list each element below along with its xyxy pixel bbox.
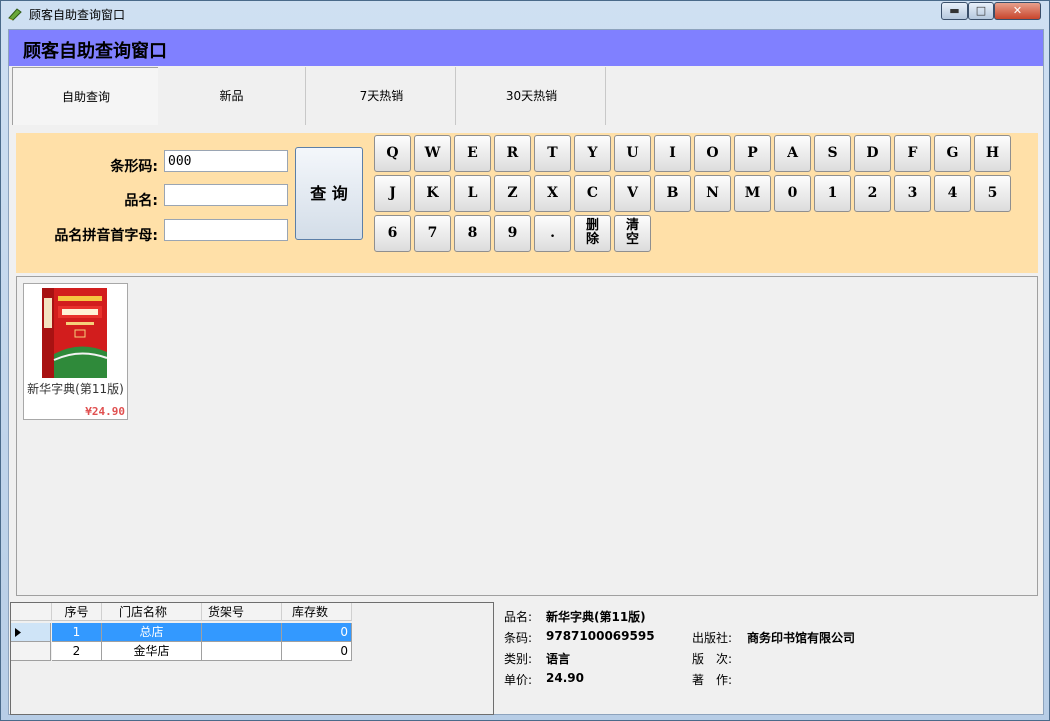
detail-price-label: 单价: <box>504 673 533 687</box>
key-g[interactable]: G <box>934 135 971 172</box>
key-t[interactable]: T <box>534 135 571 172</box>
row-header[interactable] <box>11 642 51 661</box>
query-button[interactable]: 查 询 <box>295 147 363 240</box>
key-7[interactable]: 7 <box>414 215 451 252</box>
barcode-label: 条形码: <box>110 159 158 175</box>
key-a[interactable]: A <box>774 135 811 172</box>
key-i[interactable]: I <box>654 135 691 172</box>
detail-barcode-label: 条码: <box>504 631 533 645</box>
product-card[interactable]: 新华字典(第11版) ¥24.90 <box>23 283 128 420</box>
key-x[interactable]: X <box>534 175 571 212</box>
product-price: ¥24.90 <box>85 405 125 418</box>
pinyin-label: 品名拼音首字母: <box>54 228 158 244</box>
col-header-qty[interactable]: 库存数 <box>282 603 352 621</box>
cell-shelf[interactable] <box>202 623 282 642</box>
key-b[interactable]: B <box>654 175 691 212</box>
pinyin-input[interactable] <box>164 219 288 241</box>
key-l[interactable]: L <box>454 175 491 212</box>
key-y[interactable]: Y <box>574 135 611 172</box>
key-r[interactable]: R <box>494 135 531 172</box>
app-icon <box>8 8 22 21</box>
name-label: 品名: <box>124 193 158 209</box>
key-q[interactable]: Q <box>374 135 411 172</box>
cell-shelf[interactable] <box>202 642 282 661</box>
detail-author-label: 著 作: <box>692 673 733 687</box>
tab-30day-hot[interactable]: 30天热销 <box>458 67 606 125</box>
page-title: 顾客自助查询窗口 <box>23 41 167 62</box>
key-e[interactable]: E <box>454 135 491 172</box>
key-p[interactable]: P <box>734 135 771 172</box>
cell-seq[interactable]: 2 <box>52 642 102 661</box>
name-input[interactable] <box>164 184 288 206</box>
detail-publisher-label: 出版社: <box>692 631 733 645</box>
detail-edition-label: 版 次: <box>692 652 733 666</box>
key-u[interactable]: U <box>614 135 651 172</box>
key-6[interactable]: 6 <box>374 215 411 252</box>
delete-key[interactable]: 删 除 <box>574 215 611 252</box>
key-k[interactable]: K <box>414 175 451 212</box>
clear-key[interactable]: 清 空 <box>614 215 651 252</box>
tab-new-products[interactable]: 新品 <box>158 67 306 125</box>
delete-key-line1: 删 <box>585 218 599 233</box>
key-z[interactable]: Z <box>494 175 531 212</box>
key-1[interactable]: 1 <box>814 175 851 212</box>
book-cover-icon <box>42 288 107 378</box>
tab-self-query[interactable]: 自助查询 <box>12 67 160 125</box>
key-s[interactable]: S <box>814 135 851 172</box>
header-band: 顾客自助查询窗口 <box>9 30 1043 66</box>
key-3[interactable]: 3 <box>894 175 931 212</box>
key-j[interactable]: J <box>374 175 411 212</box>
clear-key-line1: 清 <box>625 218 639 233</box>
col-header-store[interactable]: 门店名称 <box>102 603 202 621</box>
key-w[interactable]: W <box>414 135 451 172</box>
cell-store[interactable]: 金华店 <box>102 642 202 661</box>
title-bar[interactable]: 顾客自助查询窗口 ▬ □ ✕ <box>1 1 1049 27</box>
detail-barcode-value: 9787100069595 <box>546 629 655 643</box>
clear-key-line2: 空 <box>625 232 639 247</box>
cell-store[interactable]: 总店 <box>102 623 202 642</box>
detail-category-label: 类别: <box>504 652 533 666</box>
col-header-shelf[interactable]: 货架号 <box>202 603 282 621</box>
key-c[interactable]: C <box>574 175 611 212</box>
row-pointer-icon <box>15 628 21 637</box>
detail-price-value: 24.90 <box>546 671 584 685</box>
col-header-seq[interactable]: 序号 <box>52 603 102 621</box>
results-panel: 新华字典(第11版) ¥24.90 <box>16 276 1038 596</box>
key-f[interactable]: F <box>894 135 931 172</box>
key-4[interactable]: 4 <box>934 175 971 212</box>
key-5[interactable]: 5 <box>974 175 1011 212</box>
detail-publisher-value: 商务印书馆有限公司 <box>747 631 856 645</box>
cell-qty[interactable]: 0 <box>282 623 352 642</box>
key-2[interactable]: 2 <box>854 175 891 212</box>
key-9[interactable]: 9 <box>494 215 531 252</box>
window-title: 顾客自助查询窗口 <box>29 8 126 22</box>
key-n[interactable]: N <box>694 175 731 212</box>
app-window: 顾客自助查询窗口 ▬ □ ✕ 顾客自助查询窗口 自助查询 新品 7天热销 30天… <box>0 0 1050 721</box>
key-dot[interactable]: . <box>534 215 571 252</box>
key-m[interactable]: M <box>734 175 771 212</box>
detail-name-label: 品名: <box>504 610 533 624</box>
minimize-button[interactable]: ▬ <box>941 2 968 20</box>
cell-qty[interactable]: 0 <box>282 642 352 661</box>
row-header[interactable] <box>11 623 51 642</box>
product-name: 新华字典(第11版) <box>27 382 124 396</box>
barcode-input[interactable] <box>164 150 288 172</box>
maximize-button[interactable]: □ <box>968 2 994 20</box>
detail-name-value: 新华字典(第11版) <box>546 610 646 624</box>
detail-category-value: 语言 <box>546 652 571 666</box>
tab-7day-hot[interactable]: 7天热销 <box>308 67 456 125</box>
key-8[interactable]: 8 <box>454 215 491 252</box>
cell-seq[interactable]: 1 <box>52 623 102 642</box>
grid-corner <box>11 603 52 621</box>
key-v[interactable]: V <box>614 175 651 212</box>
key-o[interactable]: O <box>694 135 731 172</box>
client-area: 顾客自助查询窗口 自助查询 新品 7天热销 30天热销 条形码: 品名: 品名拼… <box>8 29 1044 715</box>
key-d[interactable]: D <box>854 135 891 172</box>
delete-key-line2: 除 <box>585 232 599 247</box>
close-button[interactable]: ✕ <box>994 2 1041 20</box>
key-h[interactable]: H <box>974 135 1011 172</box>
stock-grid: 序号 门店名称 货架号 库存数 1 总店 0 2 金华店 0 <box>10 602 494 715</box>
key-0[interactable]: 0 <box>774 175 811 212</box>
search-panel: 条形码: 品名: 品名拼音首字母: 查 询 Q W E R T Y U I O … <box>16 133 1038 273</box>
